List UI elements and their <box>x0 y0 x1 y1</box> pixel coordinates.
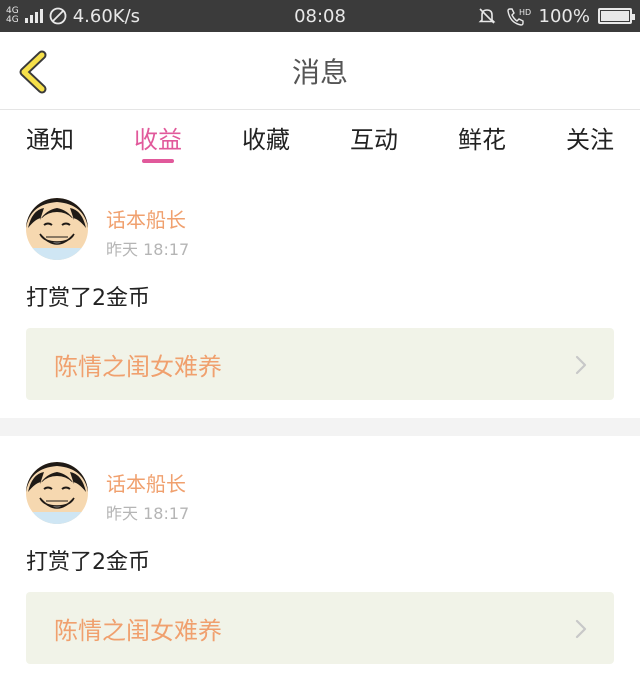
app-header: 消息 <box>0 32 640 110</box>
mute-bell-icon <box>478 8 495 24</box>
message-text: 打赏了2金币 <box>26 286 150 311</box>
username[interactable]: 话本船长 <box>106 204 186 233</box>
message-card: 话本船长 昨天 18:17 打赏了2金币 陈情之闺女难养 <box>0 182 640 418</box>
battery-percent: 100% <box>538 5 590 27</box>
book-link[interactable]: 陈情之闺女难养 <box>26 592 614 664</box>
tab-bar: 通知 收益 收藏 互动 鲜花 关注 <box>0 111 640 173</box>
section-divider <box>0 418 640 436</box>
book-title: 陈情之闺女难养 <box>54 616 222 645</box>
username[interactable]: 话本船长 <box>106 468 186 497</box>
message-time: 昨天 18:17 <box>106 240 190 259</box>
book-title: 陈情之闺女难养 <box>54 352 222 381</box>
page-title: 消息 <box>291 56 348 89</box>
hd-call-icon: HD <box>506 8 531 26</box>
avatar[interactable] <box>26 198 88 260</box>
avatar[interactable] <box>26 462 88 524</box>
battery-icon <box>598 8 635 24</box>
book-link[interactable]: 陈情之闺女难养 <box>26 328 614 400</box>
tab-favorites[interactable]: 收藏 <box>242 111 290 163</box>
message-text: 打赏了2金币 <box>26 550 150 575</box>
message-time: 昨天 18:17 <box>106 504 190 523</box>
hd-label: HD <box>519 8 531 17</box>
message-card: 话本船长 昨天 18:17 打赏了2金币 陈情之闺女难养 <box>0 436 640 680</box>
tab-notifications[interactable]: 通知 <box>26 111 74 163</box>
tab-earnings[interactable]: 收益 <box>134 111 182 163</box>
chevron-right-icon <box>575 619 587 639</box>
avatar-image <box>26 198 88 260</box>
avatar-image <box>26 462 88 524</box>
tab-following[interactable]: 关注 <box>566 111 614 163</box>
status-bar: 4G 4G 4.60K/s 08:08 HD 100% <box>0 0 640 32</box>
status-bar-right: HD 100% <box>477 0 635 32</box>
battery-fill <box>601 11 629 21</box>
chevron-right-icon <box>575 355 587 375</box>
tab-flowers[interactable]: 鲜花 <box>458 111 506 163</box>
tab-interactions[interactable]: 互动 <box>350 111 398 163</box>
clock: 08:08 <box>294 5 346 27</box>
